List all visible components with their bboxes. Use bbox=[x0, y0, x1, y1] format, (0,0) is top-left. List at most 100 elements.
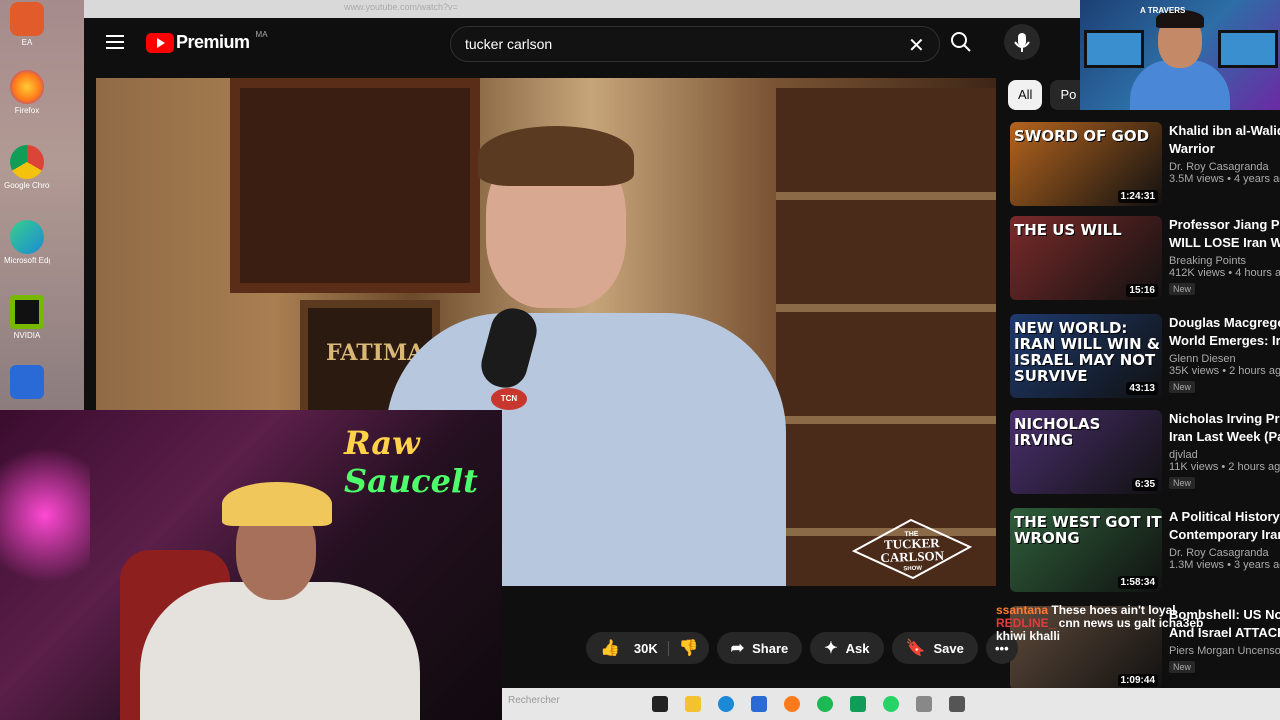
video-duration: 1:09:44 bbox=[1117, 674, 1158, 687]
video-duration: 15:16 bbox=[1126, 284, 1158, 297]
video-title[interactable]: Nicholas Irving Pred bbox=[1169, 410, 1280, 428]
chip-all[interactable]: All bbox=[1008, 80, 1043, 110]
taskbar-icons bbox=[652, 696, 965, 712]
neon-sign-word: Saucelt bbox=[344, 462, 478, 500]
edge-taskbar-icon[interactable] bbox=[718, 696, 734, 712]
watermark-line: SHOW bbox=[903, 566, 922, 573]
recommended-video[interactable]: SWORD OF GOD 1:24:31 Khalid ibn al-Walid… bbox=[1010, 122, 1280, 210]
search-query[interactable]: tucker carlson bbox=[465, 36, 552, 52]
video-title[interactable]: Professor Jiang Pre bbox=[1169, 216, 1280, 234]
logo-text: Premium bbox=[176, 32, 250, 52]
youtube-header: Premium MA tucker carlson ✕ bbox=[84, 18, 1080, 70]
share-icon: ➦ bbox=[730, 640, 745, 657]
new-badge: New bbox=[1169, 381, 1196, 393]
thumbs-down-icon[interactable]: 👎 bbox=[669, 638, 699, 658]
bookmark-icon: 🔖 bbox=[905, 640, 926, 657]
desktop-icon-label: Google Chrome bbox=[4, 181, 50, 190]
voice-search-button[interactable] bbox=[1004, 24, 1040, 60]
channel-name[interactable]: Dr. Roy Casagranda bbox=[1169, 161, 1280, 173]
app-icon[interactable] bbox=[4, 365, 50, 401]
view-count: 1.3M views • 3 years ag bbox=[1169, 559, 1280, 571]
channel-name[interactable]: Dr. Roy Casagranda bbox=[1169, 547, 1280, 559]
browser-address-bar[interactable]: www.youtube.com/watch?v= bbox=[84, 0, 1080, 18]
watermark-line: CARLSON bbox=[880, 548, 945, 565]
video-thumbnail[interactable]: NEW WORLD: IRAN WILL WIN & ISRAEL MAY NO… bbox=[1010, 314, 1162, 398]
windows-taskbar: Rechercher bbox=[502, 688, 1280, 720]
channel-name[interactable]: Glenn Diesen bbox=[1169, 353, 1280, 365]
video-title[interactable]: A Political History o bbox=[1169, 508, 1280, 526]
taskbar-search[interactable]: Rechercher bbox=[502, 695, 560, 706]
new-badge: New bbox=[1169, 283, 1196, 295]
wall-painting bbox=[230, 78, 480, 293]
view-count: 3.5M views • 4 years ag bbox=[1169, 173, 1280, 185]
chrome-icon[interactable]: Google Chrome bbox=[4, 145, 50, 190]
video-title-line2[interactable]: Contemporary Iran bbox=[1169, 526, 1280, 544]
file-explorer-icon[interactable] bbox=[685, 696, 701, 712]
desktop-icon-label: Microsoft Edge bbox=[4, 256, 50, 265]
video-title-line2[interactable]: WILL LOSE Iran War bbox=[1169, 234, 1280, 252]
store-icon[interactable] bbox=[751, 696, 767, 712]
thumbnail-caption: NICHOLAS IRVING bbox=[1014, 415, 1101, 449]
whatsapp-icon[interactable] bbox=[883, 696, 899, 712]
app-taskbar-icon[interactable] bbox=[850, 696, 866, 712]
url-text[interactable]: www.youtube.com/watch?v= bbox=[344, 2, 458, 12]
search-button[interactable] bbox=[946, 27, 976, 57]
region-code: MA bbox=[255, 30, 268, 39]
desktop-icon-label: EA bbox=[21, 38, 33, 47]
recommended-video[interactable]: NEW WORLD: IRAN WILL WIN & ISRAEL MAY NO… bbox=[1010, 314, 1280, 402]
video-title-line2[interactable]: Warrior bbox=[1169, 140, 1280, 158]
video-title-line2[interactable]: Iran Last Week (Par bbox=[1169, 428, 1280, 446]
nvidia-icon[interactable]: NVIDIA bbox=[4, 295, 50, 340]
microphone-icon bbox=[1014, 33, 1030, 52]
desktop-icon-label: NVIDIA bbox=[13, 331, 41, 340]
filter-chips: All Po bbox=[1008, 80, 1087, 110]
video-duration: 1:58:34 bbox=[1117, 576, 1158, 589]
chat-message: cnn news us galt icha3eb bbox=[1055, 616, 1204, 630]
settings-taskbar-icon[interactable] bbox=[949, 696, 965, 712]
recommended-video[interactable]: NICHOLAS IRVING 6:35 Nicholas Irving Pre… bbox=[1010, 410, 1280, 498]
recommended-video[interactable]: THE US WILL 15:16 Professor Jiang Pre WI… bbox=[1010, 216, 1280, 304]
video-actions: 👍 30K 👎 ➦ Share ✦ Ask 🔖 Save ••• bbox=[586, 632, 1018, 668]
video-title[interactable]: Douglas Macgregor bbox=[1169, 314, 1280, 332]
ask-button[interactable]: ✦ Ask bbox=[810, 632, 884, 664]
channel-name[interactable]: Breaking Points bbox=[1169, 255, 1280, 267]
spotify-icon[interactable] bbox=[817, 696, 833, 712]
video-duration: 6:35 bbox=[1131, 478, 1158, 491]
search-input[interactable]: tucker carlson ✕ bbox=[450, 26, 940, 62]
tcn-logo: TCN bbox=[491, 388, 527, 410]
chat-line: khiwi khalli bbox=[996, 630, 1280, 643]
clear-search-icon[interactable]: ✕ bbox=[908, 33, 925, 58]
video-title-line2[interactable]: World Emerges: Iran bbox=[1169, 332, 1280, 350]
save-button[interactable]: 🔖 Save bbox=[891, 632, 978, 664]
search-icon bbox=[951, 32, 971, 52]
ask-label: Ask bbox=[845, 640, 870, 656]
video-title[interactable]: Khalid ibn al-Walid, bbox=[1169, 122, 1280, 140]
share-button[interactable]: ➦ Share bbox=[716, 632, 803, 664]
host-hair bbox=[478, 126, 634, 186]
video-meta: Nicholas Irving Pred Iran Last Week (Par… bbox=[1169, 410, 1280, 491]
video-thumbnail[interactable]: THE US WILL 15:16 bbox=[1010, 216, 1162, 300]
chat-user: ssantana bbox=[996, 603, 1049, 617]
video-meta: Professor Jiang Pre WILL LOSE Iran War B… bbox=[1169, 216, 1280, 297]
ea-icon[interactable]: EA bbox=[4, 2, 50, 47]
firefox-icon[interactable]: Firefox bbox=[4, 70, 50, 115]
video-thumbnail[interactable]: THE WEST GOT IT WRONG 1:58:34 bbox=[1010, 508, 1162, 592]
firefox-taskbar-icon[interactable] bbox=[784, 696, 800, 712]
video-thumbnail[interactable]: NICHOLAS IRVING 6:35 bbox=[1010, 410, 1162, 494]
task-view-icon[interactable] bbox=[652, 696, 668, 712]
video-thumbnail[interactable]: SWORD OF GOD 1:24:31 bbox=[1010, 122, 1162, 206]
chat-user: REDLINE_ bbox=[996, 616, 1056, 630]
recommended-video[interactable]: THE WEST GOT IT WRONG 1:58:34 A Politica… bbox=[1010, 508, 1280, 596]
streamer-webcam: A TRAVERS bbox=[1080, 0, 1280, 110]
youtube-premium-logo[interactable]: Premium MA bbox=[146, 30, 268, 53]
bookshelf bbox=[776, 88, 996, 586]
neon-sign-word: Raw bbox=[344, 424, 420, 462]
edge-icon[interactable]: Microsoft Edge bbox=[4, 220, 50, 265]
channel-name[interactable]: djvlad bbox=[1169, 449, 1280, 461]
view-count: 412K views • 4 hours ag bbox=[1169, 267, 1280, 279]
background-monitor bbox=[1084, 30, 1144, 68]
channel-name[interactable]: Piers Morgan Uncensor bbox=[1169, 645, 1280, 657]
snipping-tool-icon[interactable] bbox=[916, 696, 932, 712]
like-button[interactable]: 👍 30K 👎 bbox=[586, 632, 709, 664]
hamburger-menu-icon[interactable] bbox=[106, 35, 124, 49]
